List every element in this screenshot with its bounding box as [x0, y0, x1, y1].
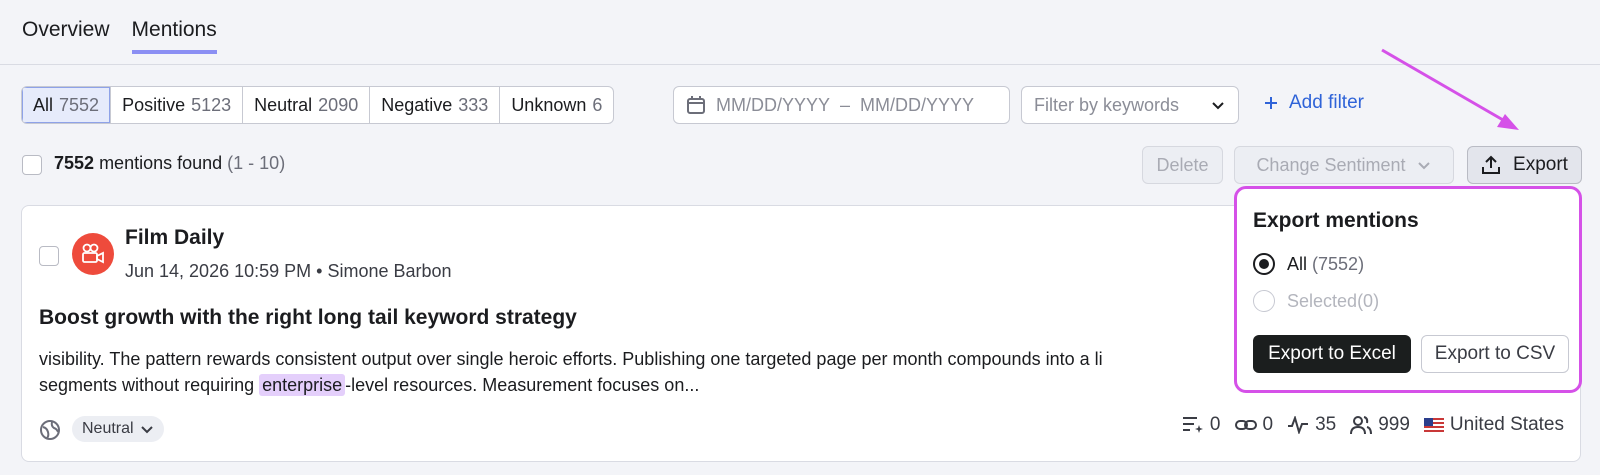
- sentiment-unknown-count: 6: [592, 94, 603, 115]
- export-popover: Export mentions All (7552) Selected(0) E…: [1234, 186, 1582, 393]
- sentiment-value: Neutral: [82, 420, 134, 437]
- sentiment-neutral-count: 2090: [318, 94, 359, 115]
- source-avatar: [72, 233, 114, 275]
- export-option-all-label: All: [1287, 253, 1308, 274]
- export-button[interactable]: Export: [1467, 146, 1582, 184]
- plus-icon: [1265, 97, 1277, 109]
- mention-title[interactable]: Boost growth with the right long tail ke…: [39, 306, 577, 330]
- date-start: MM/DD/YYYY: [716, 94, 831, 115]
- stat-activity: 35: [1287, 414, 1336, 436]
- sentiment-positive-label: Positive: [122, 94, 186, 115]
- date-range-picker[interactable]: MM/DD/YYYY – MM/DD/YYYY: [673, 86, 1010, 124]
- export-option-selected-label: Selected: [1287, 290, 1358, 311]
- sentiment-neutral-button[interactable]: Neutral 2090: [243, 87, 371, 123]
- film-camera-icon: [82, 243, 104, 264]
- results-summary: 7552 mentions found (1 - 10): [54, 153, 285, 174]
- sentiment-negative-count: 333: [458, 94, 489, 115]
- change-sentiment-dropdown[interactable]: Change Sentiment: [1234, 146, 1454, 184]
- add-filter-label: Add filter: [1289, 92, 1364, 113]
- export-option-selected-count: (0): [1357, 290, 1380, 311]
- sentiment-neutral-label: Neutral: [254, 94, 313, 115]
- source-name[interactable]: Film Daily: [125, 226, 224, 250]
- stat-lists-value: 0: [1209, 414, 1221, 435]
- mention-body-line2: segments without requiring enterprise -le…: [39, 372, 1199, 398]
- sentiment-all-button[interactable]: All 7552: [22, 87, 112, 123]
- tabs-divider: [0, 64, 1600, 65]
- chevron-down-icon: [140, 426, 153, 434]
- stat-reach: 999: [1350, 414, 1410, 436]
- export-option-all-count: (7552): [1312, 253, 1365, 274]
- export-option-all[interactable]: All (7552): [1253, 253, 1364, 275]
- mention-author: Simone Barbon: [327, 261, 452, 281]
- tab-overview[interactable]: Overview: [22, 18, 110, 54]
- activity-icon: [1288, 416, 1309, 434]
- export-to-csv-button[interactable]: Export to CSV: [1421, 335, 1569, 373]
- mention-stats: 0 0 35 999 United States: [1182, 414, 1564, 436]
- results-range: (1 - 10): [227, 153, 286, 173]
- stat-activity-value: 35: [1315, 414, 1337, 435]
- export-option-selected[interactable]: Selected(0): [1253, 290, 1379, 312]
- sentiment-positive-count: 5123: [191, 94, 232, 115]
- body-text-before: segments without requiring: [39, 375, 260, 395]
- export-popover-title: Export mentions: [1253, 209, 1419, 232]
- radio-all[interactable]: [1253, 253, 1275, 275]
- upload-icon: [1482, 155, 1501, 174]
- mention-body: visibility. The pattern rewards consiste…: [39, 346, 1199, 398]
- stat-country-value: United States: [1449, 414, 1564, 435]
- meta-bullet: •: [316, 261, 323, 281]
- stat-country: United States: [1423, 414, 1564, 436]
- sentiment-all-count: 7552: [59, 94, 100, 115]
- sentiment-all-label: All: [33, 94, 54, 115]
- mention-date: Jun 14, 2026 10:59 PM: [125, 261, 312, 281]
- keyword-filter-dropdown[interactable]: Filter by keywords: [1021, 86, 1239, 124]
- sentiment-unknown-button[interactable]: Unknown 6: [500, 87, 613, 123]
- users-icon: [1350, 416, 1373, 435]
- link-icon: [1234, 420, 1257, 430]
- add-filter-button[interactable]: Add filter: [1263, 92, 1364, 114]
- stat-links: 0: [1234, 414, 1274, 436]
- tab-bar: Overview Mentions: [22, 18, 217, 54]
- export-label: Export: [1513, 154, 1568, 175]
- results-text: mentions found: [99, 153, 223, 173]
- chevron-down-icon: [1212, 102, 1224, 110]
- calendar-icon: [687, 96, 705, 114]
- mention-body-line1: visibility. The pattern rewards consiste…: [39, 349, 1103, 369]
- stat-links-value: 0: [1262, 414, 1274, 435]
- sentiment-filter: All 7552 Positive 5123 Neutral 2090 Nega…: [21, 86, 615, 124]
- change-sentiment-label: Change Sentiment: [1256, 154, 1406, 175]
- keyword-highlight: enterprise: [259, 374, 346, 396]
- sentiment-dropdown[interactable]: Neutral: [72, 416, 164, 442]
- mention-checkbox[interactable]: [39, 246, 59, 266]
- us-flag-icon: [1423, 418, 1444, 432]
- date-separator: –: [840, 94, 851, 115]
- delete-button[interactable]: Delete: [1142, 146, 1223, 184]
- stat-lists: 0: [1182, 414, 1221, 436]
- select-all-checkbox[interactable]: [22, 155, 42, 175]
- stat-reach-value: 999: [1378, 414, 1410, 435]
- tab-mentions[interactable]: Mentions: [131, 18, 217, 54]
- radio-selected[interactable]: [1253, 290, 1275, 312]
- list-add-icon: [1182, 417, 1203, 433]
- keyword-filter-placeholder: Filter by keywords: [1034, 94, 1180, 115]
- results-count: 7552: [54, 153, 95, 173]
- export-to-excel-button[interactable]: Export to Excel: [1253, 335, 1411, 373]
- sentiment-unknown-label: Unknown: [511, 94, 587, 115]
- sentiment-negative-label: Negative: [381, 94, 453, 115]
- date-end: MM/DD/YYYY: [860, 94, 975, 115]
- chevron-down-icon: [1417, 162, 1430, 170]
- globe-icon: [40, 420, 60, 440]
- sentiment-negative-button[interactable]: Negative 333: [370, 87, 501, 123]
- mention-meta: Jun 14, 2026 10:59 PM • Simone Barbon: [125, 261, 452, 282]
- body-text-after: -level resources. Measurement focuses on…: [345, 375, 700, 395]
- sentiment-positive-button[interactable]: Positive 5123: [111, 87, 244, 123]
